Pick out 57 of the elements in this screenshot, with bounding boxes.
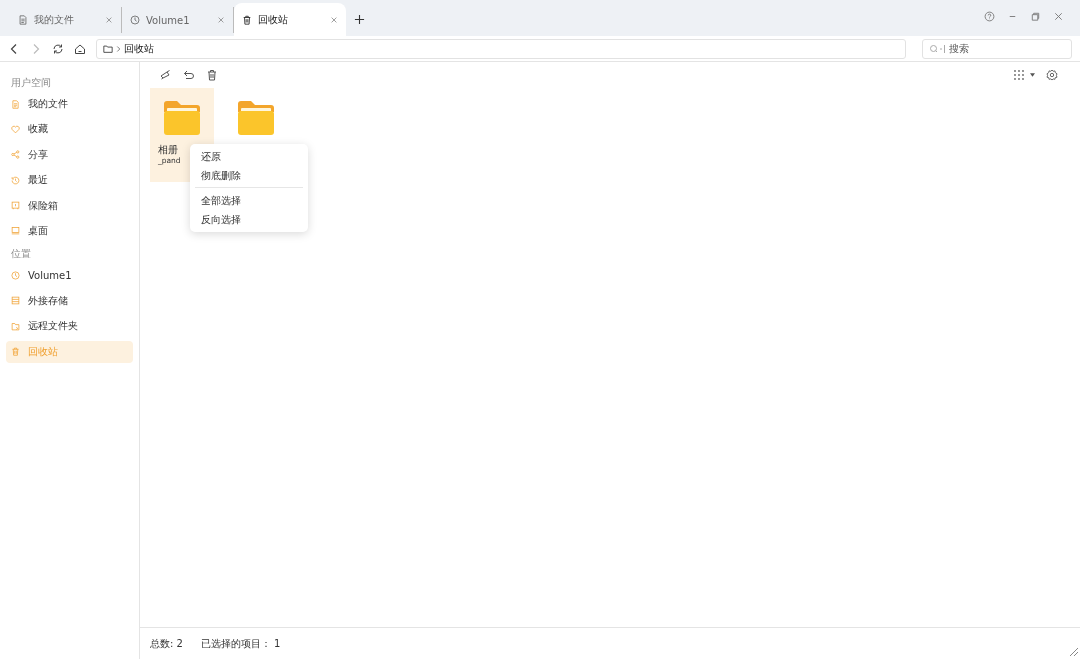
tab[interactable]: 回收站 [234,3,346,36]
document-icon [18,15,28,25]
tab-label: 我的文件 [34,13,75,27]
help-icon[interactable] [984,11,995,22]
breadcrumb[interactable]: 回收站 [124,41,154,56]
sidebar-item[interactable]: Volume1 [6,264,133,287]
history-icon [11,175,20,185]
folder-icon [162,100,202,136]
resize-grip-icon[interactable] [1069,647,1079,657]
selected-count: 已选择的项目： 1 [200,636,281,651]
undo-icon[interactable] [183,69,195,81]
heart-icon [11,124,20,134]
search-field[interactable]: 搜索 [922,38,1072,59]
sidebar-item[interactable]: 分享 [6,143,133,166]
tab-label: Volume1 [146,14,191,26]
close-icon[interactable] [1053,11,1064,22]
total-count: 总数: 2 [150,636,183,651]
tab[interactable]: 我的文件 [10,7,122,33]
menu-item[interactable]: 反向选择 [190,210,308,229]
sidebar-item[interactable]: 保险箱 [6,194,133,217]
restore-icon[interactable] [1030,11,1041,22]
monitor-icon [11,226,20,236]
sidebar-item[interactable]: 外接存储 [6,289,133,312]
close-icon[interactable] [217,16,225,24]
safe-icon [11,201,20,211]
trash-icon [242,14,252,25]
address-bar[interactable]: 回收站 [96,38,906,59]
add-tab-icon[interactable] [354,14,365,25]
menu-item[interactable]: 全部选择 [190,191,308,210]
folder-icon [11,321,20,331]
section-heading: 用户空间 [10,76,52,90]
trash-icon[interactable] [206,69,218,81]
dropdown-icon[interactable] [1030,73,1035,77]
storage-icon [11,296,20,306]
section-heading: 位置 [10,247,32,262]
trash-icon [11,347,20,356]
sidebar-item[interactable]: 我的文件 [6,93,133,115]
share-icon [11,150,20,160]
home-icon[interactable] [74,42,86,55]
sidebar-item[interactable]: 最近 [6,169,133,192]
search-icon [929,43,945,54]
sidebar-item[interactable]: 收藏 [6,118,133,141]
sidebar-item[interactable]: 桌面 [6,219,133,242]
folder-icon [103,43,113,54]
clock-icon [11,270,20,280]
sidebar-item[interactable]: 远程文件夹 [6,315,133,338]
close-icon[interactable] [105,16,113,24]
folder-icon [236,100,276,136]
clock-icon [130,15,140,25]
close-icon[interactable] [330,15,338,24]
settings-icon[interactable] [1046,69,1058,81]
file-name: 相册 [158,144,178,155]
document-icon [11,99,20,109]
grid-view-icon[interactable] [1013,69,1025,81]
tab-label: 回收站 [258,12,289,27]
chevron-icon [116,44,121,53]
refresh-icon[interactable] [52,42,64,55]
